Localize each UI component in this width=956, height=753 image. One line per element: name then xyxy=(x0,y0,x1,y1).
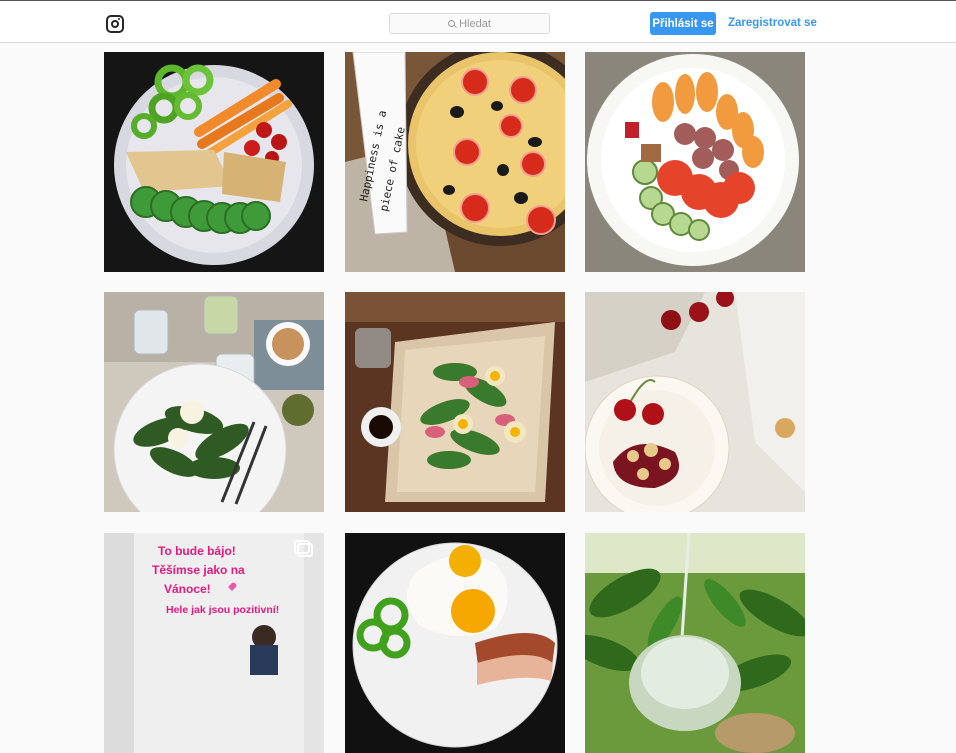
search-icon xyxy=(448,20,456,27)
food-photo xyxy=(104,292,324,512)
food-photo xyxy=(585,52,805,272)
food-photo xyxy=(345,533,565,753)
story-line-2: Těšímse jako na xyxy=(152,563,245,577)
post-tile-salad-paper[interactable] xyxy=(345,292,565,512)
post-tile-story[interactable]: To bude bájo! Těšímse jako na Vánoce! He… xyxy=(104,533,324,753)
story-line-3: Vánoce! xyxy=(164,582,211,596)
food-photo xyxy=(104,52,324,272)
story-line-1: To bude bájo! xyxy=(158,544,236,558)
story-photo: To bude bájo! Těšímse jako na Vánoce! He… xyxy=(104,533,324,753)
search-placeholder: Hledat xyxy=(459,17,491,30)
top-nav-bar: Hledat Přihlásit se Zaregistrovat se xyxy=(0,4,956,43)
food-photo: Happiness is a piece of cake xyxy=(345,52,565,272)
post-tile-coconut[interactable] xyxy=(585,533,805,753)
instagram-logo-icon[interactable] xyxy=(106,15,124,33)
search-input[interactable]: Hledat xyxy=(389,13,550,34)
post-tile-cherries[interactable] xyxy=(585,292,805,512)
food-photo xyxy=(585,292,805,512)
post-tile-apricot-plate[interactable] xyxy=(585,52,805,272)
login-button[interactable]: Přihlásit se xyxy=(650,12,716,35)
register-link[interactable]: Zaregistrovat se xyxy=(728,17,817,29)
post-tile-quiche[interactable]: Happiness is a piece of cake xyxy=(345,52,565,272)
post-tile-peppers-plate[interactable] xyxy=(104,52,324,272)
post-tile-fried-egg[interactable] xyxy=(345,533,565,753)
post-tile-salad-coffee[interactable] xyxy=(104,292,324,512)
food-photo xyxy=(345,292,565,512)
story-line-4: Hele jak jsou pozitivní! xyxy=(166,604,279,616)
nature-photo xyxy=(585,533,805,753)
